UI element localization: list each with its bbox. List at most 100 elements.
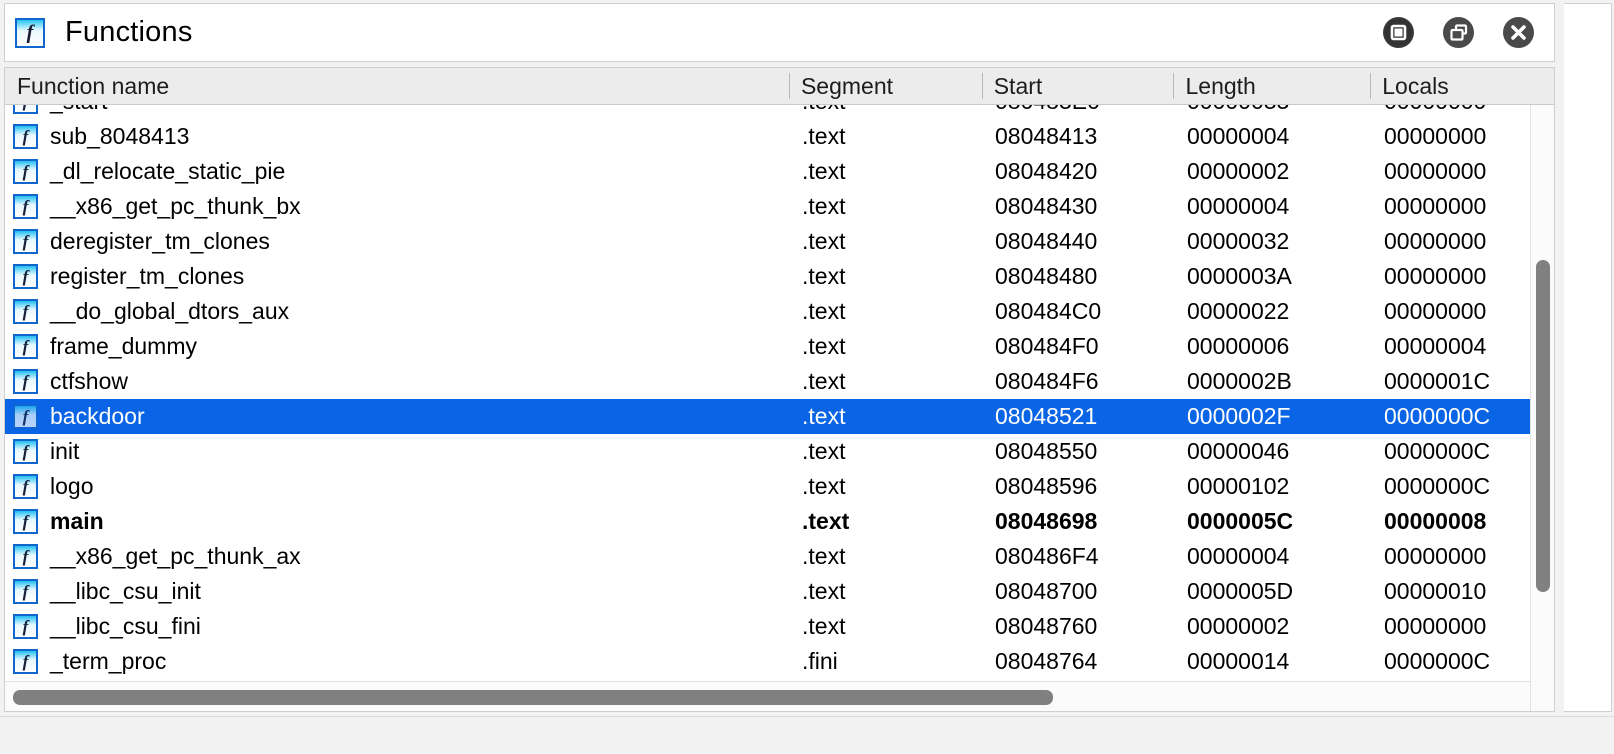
cell-name: f __libc_csu_fini <box>5 609 790 644</box>
table-row[interactable]: f _start .text080483E00000003300000000 <box>5 105 1554 119</box>
table-row[interactable]: f sub_8048413 .text 08048413 00000004 0000000… <box>5 119 1554 154</box>
function-icon-glyph: f <box>22 511 29 531</box>
functions-table: Function name Segment Start Length Local… <box>4 67 1555 712</box>
table-body: f_start.text080483E00000003300000000fsub… <box>5 105 1554 711</box>
column-header-segment[interactable]: Segment <box>788 68 982 104</box>
function-icon: f <box>13 544 38 569</box>
cell-length: 00000006 <box>1187 333 1290 359</box>
function-icon: f <box>13 264 38 289</box>
table-row[interactable]: f register_tm_clones .text 08048480 0000003A… <box>5 259 1554 294</box>
cell-locals: 00000008 <box>1384 508 1487 534</box>
column-header-locals[interactable]: Locals <box>1370 68 1554 104</box>
function-name-label: main <box>50 508 104 534</box>
function-icon: f <box>13 124 38 149</box>
cell-locals: 00000000 <box>1384 263 1487 289</box>
table-row[interactable]: f backdoor .text 08048521 0000002F 0000000C <box>5 399 1554 434</box>
cell-name: f _term_proc <box>5 644 790 679</box>
function-name-label: frame_dummy <box>50 333 197 359</box>
column-header-function-name[interactable]: Function name <box>5 68 789 104</box>
cell-start: 08048521 <box>995 403 1098 429</box>
window-titlebar: f Functions <box>4 3 1555 62</box>
function-icon-glyph: f <box>26 21 34 44</box>
function-name-label: _term_proc <box>50 648 167 674</box>
functions-window: f Functions Function name Segment Start … <box>0 0 1614 754</box>
cell-name: f __libc_csu_init <box>5 574 790 609</box>
cell-segment: .text <box>802 333 846 359</box>
function-icon-glyph: f <box>22 231 29 251</box>
cell-start: 080483E0 <box>983 105 1175 119</box>
cell-segment: .text <box>802 158 846 184</box>
cell-length: 00000004 <box>1187 543 1290 569</box>
function-icon: f <box>13 194 38 219</box>
function-icon: f <box>13 404 38 429</box>
column-header-start[interactable]: Start <box>981 68 1174 104</box>
cell-locals: 0000000C <box>1384 438 1491 464</box>
adjacent-panel <box>1564 3 1612 712</box>
cell-locals: 00000000 <box>1384 193 1487 219</box>
table-row[interactable]: f main .text 08048698 0000005C 00000008 <box>5 504 1554 539</box>
cell-start: 08048700 <box>995 578 1098 604</box>
table-row[interactable]: f logo .text 08048596 00000102 0000000C <box>5 469 1554 504</box>
table-row[interactable]: f deregister_tm_clones .text 08048440 000000… <box>5 224 1554 259</box>
function-icon: f <box>13 579 38 604</box>
function-icon: f <box>13 474 38 499</box>
cell-name: f _dl_relocate_static_pie <box>5 154 790 189</box>
horizontal-scrollbar-thumb[interactable] <box>13 690 1053 705</box>
cell-start: 08048440 <box>995 228 1098 254</box>
cell-name: f ctfshow <box>5 364 790 399</box>
function-icon-glyph: f <box>22 371 29 391</box>
table-row[interactable]: f _term_proc .fini 08048764 00000014 0000000C <box>5 644 1554 679</box>
function-icon: f <box>13 439 38 464</box>
vertical-scrollbar-thumb[interactable] <box>1536 260 1550 592</box>
function-name-label: _start <box>50 105 108 115</box>
table-row[interactable]: f __libc_csu_init .text 08048700 0000005D 000… <box>5 574 1554 609</box>
table-header-row: Function name Segment Start Length Local… <box>5 68 1554 105</box>
table-row[interactable]: f frame_dummy .text 080484F0 00000006 0000000… <box>5 329 1554 364</box>
table-row[interactable]: f __libc_csu_fini .text 08048760 00000002 000… <box>5 609 1554 644</box>
cell-start: 08048480 <box>995 263 1098 289</box>
cell-length: 00000014 <box>1187 648 1290 674</box>
function-icon: f <box>13 105 38 114</box>
horizontal-scrollbar[interactable] <box>5 681 1530 711</box>
function-icon: f <box>13 299 38 324</box>
cell-name: f deregister_tm_clones <box>5 224 790 259</box>
cell-start: 080484F0 <box>995 333 1099 359</box>
function-icon-glyph: f <box>22 266 29 286</box>
function-icon-glyph: f <box>15 105 36 109</box>
column-header-length[interactable]: Length <box>1173 68 1370 104</box>
function-name-label: __do_global_dtors_aux <box>50 298 290 324</box>
dock-button[interactable] <box>1383 17 1414 48</box>
table-row[interactable]: f __x86_get_pc_thunk_bx .text 08048430 00000… <box>5 189 1554 224</box>
cell-locals: 00000000 <box>1384 613 1487 639</box>
function-icon-glyph: f <box>22 441 29 461</box>
vertical-scrollbar[interactable] <box>1530 105 1554 711</box>
function-name-label: logo <box>50 473 94 499</box>
table-row[interactable]: f ctfshow .text 080484F6 0000002B 0000001C <box>5 364 1554 399</box>
cell-locals: 00000000 <box>1372 105 1554 119</box>
close-button[interactable] <box>1503 17 1534 48</box>
table-row[interactable]: f __x86_get_pc_thunk_ax .text 080486F4 00000… <box>5 539 1554 574</box>
function-icon: f <box>13 229 38 254</box>
function-name-label: __libc_csu_init <box>50 578 201 604</box>
cell-name: f __x86_get_pc_thunk_bx <box>5 189 790 224</box>
float-button[interactable] <box>1443 17 1474 48</box>
bottom-chrome <box>0 716 1614 754</box>
cell-name: f logo <box>5 469 790 504</box>
function-name-label: __x86_get_pc_thunk_ax <box>50 543 301 569</box>
cell-name: f sub_8048413 <box>5 119 790 154</box>
cell-length: 0000002F <box>1187 403 1291 429</box>
function-icon: f <box>13 159 38 184</box>
cell-name: f _start <box>5 105 790 119</box>
function-icon-glyph: f <box>22 616 29 636</box>
cell-name: f __x86_get_pc_thunk_ax <box>5 539 790 574</box>
cell-length: 0000005D <box>1187 578 1294 604</box>
cell-start: 08048764 <box>995 648 1098 674</box>
function-name-label: __x86_get_pc_thunk_bx <box>50 193 301 219</box>
cell-start: 080484F6 <box>995 368 1099 394</box>
table-row[interactable]: f _dl_relocate_static_pie .text 08048420 000… <box>5 154 1554 189</box>
table-row[interactable]: f __do_global_dtors_aux .text 080484C0 00000… <box>5 294 1554 329</box>
cell-locals: 00000000 <box>1384 543 1487 569</box>
table-row[interactable]: f init .text 08048550 00000046 0000000C <box>5 434 1554 469</box>
cell-locals: 00000000 <box>1384 228 1487 254</box>
cell-segment: .text <box>802 193 846 219</box>
